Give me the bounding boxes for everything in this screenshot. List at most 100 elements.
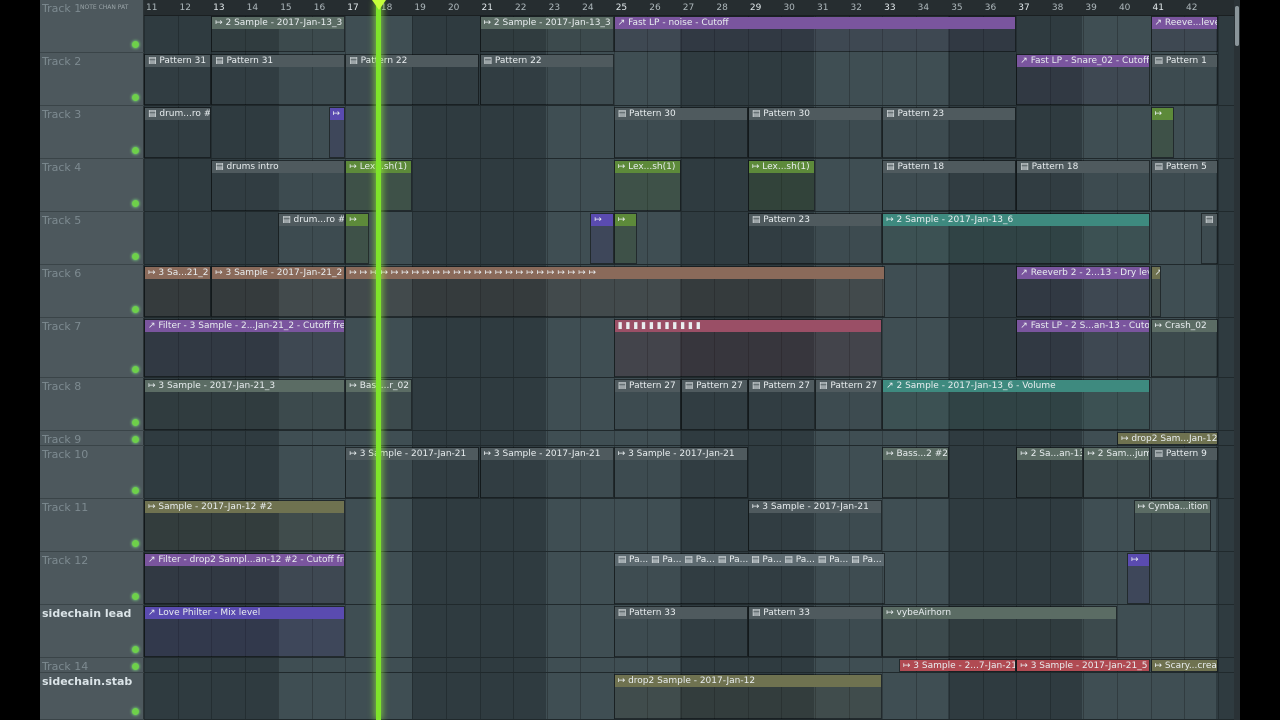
- bar-number[interactable]: 32: [851, 3, 862, 13]
- bar-number[interactable]: 16: [314, 3, 325, 13]
- track-header[interactable]: Track 10: [40, 446, 144, 499]
- track-header[interactable]: Track 9: [40, 431, 144, 446]
- playlist-clip[interactable]: ▤ Pattern 27: [680, 379, 748, 430]
- playlist-clip[interactable]: ▤ Pattern 23: [882, 107, 1017, 158]
- bar-number[interactable]: 23: [549, 3, 560, 13]
- playlist-clip[interactable]: ▤ Pattern 5: [1150, 160, 1218, 211]
- track-enable-led-icon[interactable]: [132, 646, 139, 653]
- bar-number[interactable]: 40: [1119, 3, 1130, 13]
- track-header[interactable]: Track 3: [40, 106, 144, 159]
- playlist-clip[interactable]: ↦ 3 Sample - 2017-Jan-21_5: [1016, 659, 1151, 672]
- playlist-clip[interactable]: ↦ 3 Sample - 2017-Jan-21: [479, 447, 614, 498]
- track-enable-led-icon[interactable]: [132, 708, 139, 715]
- bar-number[interactable]: 28: [716, 3, 727, 13]
- bar-number[interactable]: 36: [985, 3, 996, 13]
- track-enable-led-icon[interactable]: [132, 253, 139, 260]
- bar-number[interactable]: 39: [1085, 3, 1096, 13]
- bar-number[interactable]: 13: [213, 3, 224, 13]
- track-enable-led-icon[interactable]: [132, 200, 139, 207]
- track-header[interactable]: Track 12: [40, 552, 144, 605]
- playlist-clip[interactable]: ↦ 2 Sample - 2017-Jan-13_3: [211, 16, 346, 52]
- playlist-clip[interactable]: ↦ vybeAirhorn: [882, 606, 1117, 657]
- playlist-clip[interactable]: ↦ 2 Sam...jump: [1083, 447, 1151, 498]
- playlist-clip[interactable]: ↦ Scary...cream: [1150, 659, 1218, 672]
- track-enable-led-icon[interactable]: [132, 663, 139, 670]
- playlist-clip[interactable]: ▤ Pattern 18: [1016, 160, 1151, 211]
- playlist-clip[interactable]: ↦ ↦ ↦ ↦ ↦ ↦ ↦ ↦ ↦ ↦ ↦ ↦ ↦ ↦ ↦ ↦ ↦ ↦ ↦ ↦ …: [345, 266, 886, 317]
- bar-number[interactable]: 35: [951, 3, 962, 13]
- playlist-clip[interactable]: ▤ Pattern 31: [144, 54, 212, 105]
- playlist-clip[interactable]: ▤ Pattern 30: [613, 107, 748, 158]
- bar-number[interactable]: 26: [649, 3, 660, 13]
- playlist-clip[interactable]: ▤ Pattern 27: [815, 379, 883, 430]
- playlist-clip[interactable]: ↦ drop2 Sam...Jan-12: [1116, 432, 1218, 445]
- track-header[interactable]: Track 7: [40, 318, 144, 378]
- playlist-clip[interactable]: ↦ 3 Sa...21_2: [144, 266, 212, 317]
- bar-number[interactable]: 31: [817, 3, 828, 13]
- playlist-clip[interactable]: ▤: [1200, 213, 1218, 264]
- playlist-clip[interactable]: ↦ 3 Sample - 2017-Jan-21: [747, 500, 883, 551]
- snap-mode-label[interactable]: NOTE CHAN PAT: [80, 4, 142, 13]
- playlist-clip[interactable]: ↗ Reeverb 2 - 2...13 - Dry level: [1016, 266, 1151, 317]
- playhead-line[interactable]: [376, 0, 381, 720]
- playlist-clip[interactable]: ↗ Filter - 3 Sample - 2...Jan-21_2 - Cut…: [144, 319, 346, 377]
- playlist-clip[interactable]: ▤ drum...ro #2: [144, 107, 212, 158]
- playlist-clip[interactable]: ↦ 3 Sample - 2017-Jan-21: [345, 447, 480, 498]
- bar-number[interactable]: 21: [482, 3, 493, 13]
- track-header[interactable]: sidechain.stab: [40, 673, 144, 720]
- playlist-clip[interactable]: ↦: [1150, 107, 1174, 158]
- vertical-scrollbar[interactable]: [1234, 0, 1240, 720]
- track-enable-led-icon[interactable]: [132, 147, 139, 154]
- playlist-clip[interactable]: ↦ drop2 Sample - 2017-Jan-12: [613, 674, 883, 719]
- track-header[interactable]: Track 4: [40, 159, 144, 212]
- bar-number[interactable]: 20: [448, 3, 459, 13]
- bar-number[interactable]: 34: [918, 3, 929, 13]
- playlist-clip[interactable]: ↦: [590, 213, 614, 264]
- track-enable-led-icon[interactable]: [132, 540, 139, 547]
- playlist-clip[interactable]: ↦ 2 Sample - 2017-Jan-13_3: [479, 16, 614, 52]
- playlist-clip[interactable]: ▤ drum...ro #2: [278, 213, 346, 264]
- track-header[interactable]: Track 14: [40, 658, 144, 673]
- bar-number[interactable]: 41: [1153, 3, 1164, 13]
- playlist-clip[interactable]: ↗ Fast LP - 2 S...an-13 - Cutoff: [1016, 319, 1151, 377]
- playlist-clip[interactable]: ↦ Crash_02: [1150, 319, 1218, 377]
- playlist-clip[interactable]: ↗ Filter - drop2 Sampl...an-12 #2 - Cuto…: [144, 553, 346, 604]
- playlist-clip[interactable]: ▤ Pattern 9: [1150, 447, 1218, 498]
- playlist-clip[interactable]: ▤ Pattern 30: [747, 107, 883, 158]
- track-enable-led-icon[interactable]: [132, 41, 139, 48]
- playlist-grid[interactable]: ↦ 2 Sample - 2017-Jan-13_3 ↦ 2 Sample - 2…: [144, 16, 1240, 720]
- bar-number[interactable]: 22: [515, 3, 526, 13]
- track-header[interactable]: Track 6: [40, 265, 144, 318]
- playlist-clip[interactable]: ↗ 2 Sample - 2017-Jan-13_6 - Volume: [882, 379, 1151, 430]
- playlist-clip[interactable]: ↗ Love Philter - Mix level: [144, 606, 346, 657]
- bar-number[interactable]: 12: [180, 3, 191, 13]
- bar-number[interactable]: 42: [1186, 3, 1197, 13]
- playlist-clip[interactable]: ▤ Pattern 33: [747, 606, 883, 657]
- playlist-clip[interactable]: ↦ 3 Sample - 2017-Jan-21_2: [211, 266, 346, 317]
- playlist-clip[interactable]: ↦ 2 Sample - 2017-Jan-13_6: [882, 213, 1151, 264]
- playlist-clip[interactable]: ↦ Sample - 2017-Jan-12 #2: [144, 500, 346, 551]
- track-enable-led-icon[interactable]: [132, 366, 139, 373]
- playlist-clip[interactable]: ▮ ▮ ▮ ▮ ▮ ▮ ▮ ▮ ▮ ▮ ▮: [613, 319, 883, 377]
- playlist-clip[interactable]: ▤ Pa... ▤ Pa... ▤ Pa... ▤ Pa... ▤ Pa... …: [613, 553, 886, 604]
- track-enable-led-icon[interactable]: [132, 94, 139, 101]
- playlist-clip[interactable]: ↦ 2 Sa...an-13: [1016, 447, 1084, 498]
- playlist-clip[interactable]: ↦: [613, 213, 638, 264]
- track-enable-led-icon[interactable]: [132, 306, 139, 313]
- bar-number[interactable]: 38: [1052, 3, 1063, 13]
- track-enable-led-icon[interactable]: [132, 436, 139, 443]
- track-header[interactable]: Track 2: [40, 53, 144, 106]
- playlist-clip[interactable]: ▤ Pattern 22: [345, 54, 480, 105]
- track-header[interactable]: Track 8: [40, 378, 144, 431]
- playlist-clip[interactable]: ▤ Pattern 33: [613, 606, 748, 657]
- playlist-clip[interactable]: ↗ Fast LP - Snare_02 - Cutoff: [1016, 54, 1151, 105]
- bar-number[interactable]: 15: [280, 3, 291, 13]
- bar-number[interactable]: 11: [146, 3, 157, 13]
- playlist-clip[interactable]: ▤ Pattern 27: [747, 379, 815, 430]
- track-header[interactable]: Track 5: [40, 212, 144, 265]
- playlist-clip[interactable]: ↦ 3 Sample - 2017-Jan-21: [613, 447, 748, 498]
- track-header[interactable]: Track 11: [40, 499, 144, 552]
- bar-number[interactable]: 33: [884, 3, 895, 13]
- playlist-clip[interactable]: ↗: [1150, 266, 1161, 317]
- playlist-clip[interactable]: ↦: [345, 213, 369, 264]
